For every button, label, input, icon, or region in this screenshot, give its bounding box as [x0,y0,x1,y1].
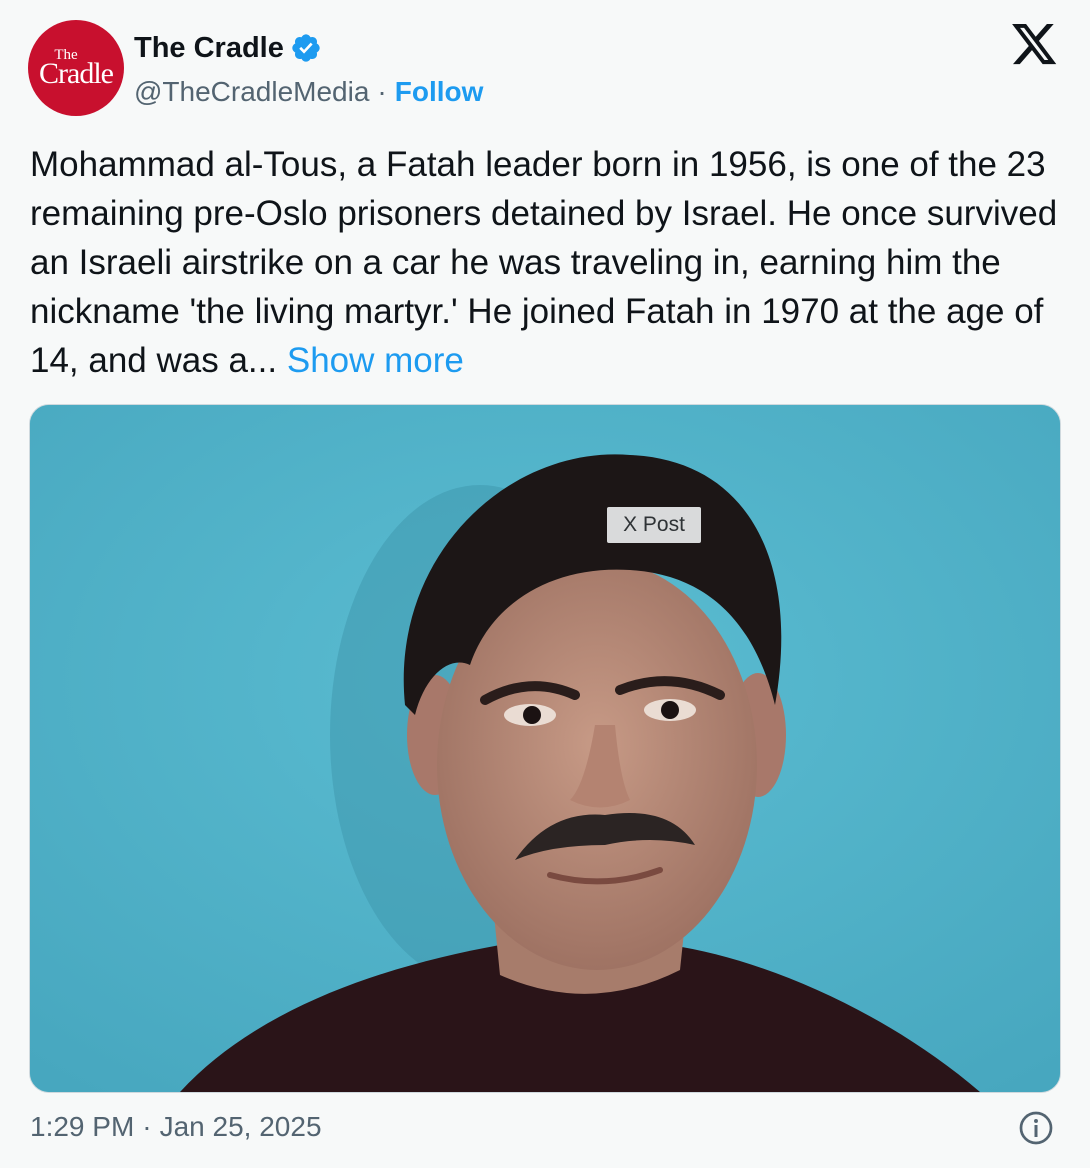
x-post-badge: X Post [607,507,701,543]
author-handle[interactable]: @TheCradleMedia [134,76,369,108]
portrait-illustration [30,405,1060,1092]
info-icon[interactable] [1018,1110,1054,1146]
timestamp-date[interactable]: Jan 25, 2025 [160,1111,322,1143]
tweet-body: Mohammad al-Tous, a Fatah leader born in… [30,145,1058,380]
avatar-logo-bottom: Cradle [39,56,114,90]
show-more-link[interactable]: Show more [287,341,464,380]
timestamp-separator: · [142,1111,152,1142]
author-handle-row: @TheCradleMedia · Follow [134,74,483,110]
author-display-name[interactable]: The Cradle [134,32,284,65]
author-name-row: The Cradle [134,30,322,66]
follow-button[interactable]: Follow [395,76,484,108]
verified-badge-icon [290,32,322,64]
tweet-photo[interactable]: X Post [29,404,1061,1093]
timestamp-time[interactable]: 1:29 PM [30,1111,134,1143]
avatar[interactable]: The Cradle [28,20,124,116]
handle-separator: · [377,76,387,107]
tweet-text: Mohammad al-Tous, a Fatah leader born in… [30,140,1060,385]
tweet-card: The Cradle The Cradle @TheCradleMedia · … [0,0,1090,1168]
timestamp[interactable]: 1:29 PM · Jan 25, 2025 [30,1111,322,1143]
x-logo-icon[interactable] [1012,24,1058,66]
